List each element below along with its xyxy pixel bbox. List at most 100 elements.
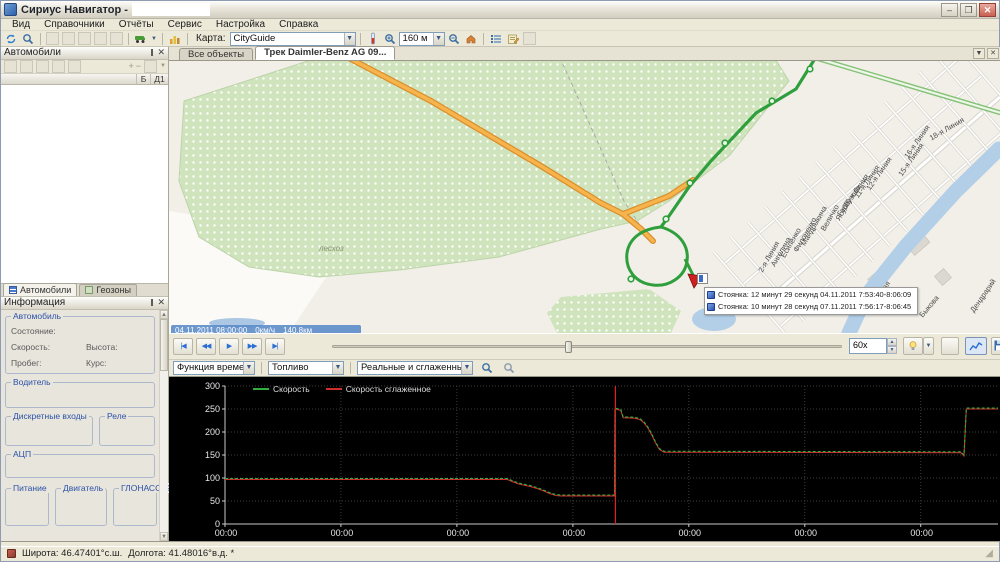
- scale-select[interactable]: 160 м ▼: [399, 32, 445, 46]
- menu-directories[interactable]: Справочники: [37, 19, 112, 30]
- close-panel-icon[interactable]: ✕: [157, 48, 165, 57]
- vehicle-dropdown-icon[interactable]: ▼: [150, 32, 158, 46]
- info-panel-caption: Информация ✕: [1, 297, 168, 310]
- mode-value: Реальные и сглаженные значен: [358, 362, 461, 373]
- tab-close-icon[interactable]: ✕: [987, 48, 999, 59]
- rewind-icon[interactable]: ◀◀: [196, 338, 216, 355]
- resize-grip[interactable]: ◢: [985, 548, 993, 559]
- speed-chart[interactable]: 05010015020025030000:0000:0000:0000:0000…: [169, 377, 1000, 541]
- stop-info-icon[interactable]: [697, 273, 708, 284]
- edit-icon-disabled: [46, 32, 59, 45]
- chart-icon[interactable]: [167, 32, 183, 46]
- time-function-select[interactable]: Функция времени ▼: [173, 361, 255, 375]
- info-scrollbar[interactable]: ▲ ▼: [159, 310, 168, 541]
- chevron-down-icon[interactable]: ▼: [461, 362, 472, 374]
- svg-text:200: 200: [205, 427, 220, 437]
- edit-icon-disabled: [20, 60, 33, 73]
- group-glonass: ГЛОНАСС/GPS: [113, 488, 157, 526]
- tab-geozones[interactable]: Геозоны: [79, 284, 137, 296]
- expand-icon[interactable]: +: [129, 61, 134, 71]
- skip-to-start-icon[interactable]: |◀: [173, 338, 193, 355]
- chevron-down-icon[interactable]: ▼: [160, 63, 166, 69]
- chevron-down-icon[interactable]: ▼: [332, 362, 343, 374]
- restore-button[interactable]: ❐: [960, 3, 977, 17]
- chart-zoom-out-icon[interactable]: [501, 361, 517, 375]
- left-panel-tabs: Автомобили Геозоны: [1, 284, 168, 297]
- group-relay: Реле: [99, 416, 155, 446]
- field-height: Высота:: [86, 342, 118, 352]
- status-latitude: Широта: 46.47401°с.ш.: [22, 548, 122, 559]
- spare-button[interactable]: [941, 337, 959, 355]
- chevron-down-icon[interactable]: ▼: [344, 33, 355, 45]
- column-b[interactable]: Б: [136, 74, 150, 84]
- menu-bar: Вид Справочники Отчёты Сервис Настройка …: [1, 19, 999, 31]
- separator: [40, 33, 41, 45]
- list-icon[interactable]: [488, 32, 504, 46]
- vehicle-list[interactable]: [1, 85, 168, 284]
- zoom-in-icon[interactable]: [382, 32, 398, 46]
- tab-track[interactable]: Трек Daimler-Benz AG 09...: [255, 46, 395, 60]
- search-icon[interactable]: [20, 32, 36, 46]
- svg-text:00:00: 00:00: [331, 528, 354, 538]
- vehicles-toolbar: + − ▼: [1, 60, 168, 74]
- home-icon[interactable]: [463, 32, 479, 46]
- column-name[interactable]: [1, 74, 136, 84]
- mode-select[interactable]: Реальные и сглаженные значен ▼: [357, 361, 473, 375]
- show-chart-toggle[interactable]: [965, 337, 987, 355]
- collapse-icon[interactable]: −: [136, 61, 141, 71]
- svg-text:00:00: 00:00: [910, 528, 933, 538]
- map-label: Карта:: [196, 33, 226, 44]
- columns-icon[interactable]: [144, 60, 157, 73]
- title-redacted-block: [132, 3, 210, 16]
- column-d1[interactable]: Д1: [150, 74, 168, 84]
- tooltip-row: Стоянка: 12 минут 29 секунд 04.11.2011 7…: [707, 289, 915, 301]
- info-form: Автомобиль Состояние: Скорость: Высота: …: [1, 310, 168, 541]
- chart-canvas[interactable]: 05010015020025030000:0000:0000:0000:0000…: [169, 377, 1000, 541]
- menu-reports[interactable]: Отчёты: [112, 19, 161, 30]
- track-slider-icon[interactable]: [365, 32, 381, 46]
- chevron-down-icon[interactable]: ▼: [433, 33, 444, 45]
- binoculars-icon-disabled: [52, 60, 65, 73]
- extra-icon-disabled: [523, 32, 536, 45]
- separator: [261, 362, 262, 374]
- notes-icon[interactable]: [505, 32, 521, 46]
- save-button[interactable]: [991, 337, 1000, 355]
- zoom-out-icon[interactable]: [446, 32, 462, 46]
- skip-to-end-icon[interactable]: ▶|: [265, 338, 285, 355]
- minimize-button[interactable]: –: [941, 3, 958, 17]
- tab-vehicles[interactable]: Автомобили: [3, 283, 77, 296]
- vehicle-icon[interactable]: [133, 32, 149, 46]
- play-icon[interactable]: ▶: [219, 338, 239, 355]
- menu-help[interactable]: Справка: [272, 19, 325, 30]
- pin-icon[interactable]: [151, 49, 153, 56]
- tab-list-icon[interactable]: ▼: [973, 48, 985, 59]
- map-view[interactable]: лесхоз 18-я Линия16-я Линия15-я Линия12-…: [169, 61, 1000, 333]
- hint-button[interactable]: [903, 337, 923, 355]
- menu-view[interactable]: Вид: [5, 19, 37, 30]
- filter-icon-disabled: [110, 32, 123, 45]
- legend-swatch-green: [253, 388, 269, 390]
- pin-icon[interactable]: [151, 299, 153, 306]
- close-panel-icon[interactable]: ✕: [157, 298, 165, 307]
- info-panel-title: Информация: [4, 297, 65, 308]
- scroll-thumb[interactable]: [160, 319, 168, 371]
- svg-text:50: 50: [210, 496, 220, 506]
- scroll-down-icon[interactable]: ▼: [160, 532, 168, 541]
- scroll-up-icon[interactable]: ▲: [160, 310, 168, 319]
- parameter-select[interactable]: Топливо ▼: [268, 361, 344, 375]
- timeline-slider-thumb[interactable]: [565, 341, 572, 353]
- chevron-down-icon[interactable]: ▼: [243, 362, 254, 374]
- refresh-icon[interactable]: [3, 32, 19, 46]
- hint-dropdown-icon[interactable]: ▼: [923, 337, 934, 355]
- playback-speed-stepper[interactable]: ▲▼: [887, 338, 897, 354]
- chart-zoom-in-icon[interactable]: [479, 361, 495, 375]
- tab-all-objects[interactable]: Все объекты: [179, 48, 253, 60]
- fast-forward-icon[interactable]: ▶▶: [242, 338, 262, 355]
- timeline-slider[interactable]: [332, 345, 842, 348]
- playback-speed-input[interactable]: 60х: [849, 338, 887, 354]
- map-select[interactable]: CityGuide ▼: [230, 32, 356, 46]
- svg-text:00:00: 00:00: [215, 528, 238, 538]
- menu-settings[interactable]: Настройка: [209, 19, 272, 30]
- menu-service[interactable]: Сервис: [161, 19, 209, 30]
- close-button[interactable]: ✕: [979, 3, 996, 17]
